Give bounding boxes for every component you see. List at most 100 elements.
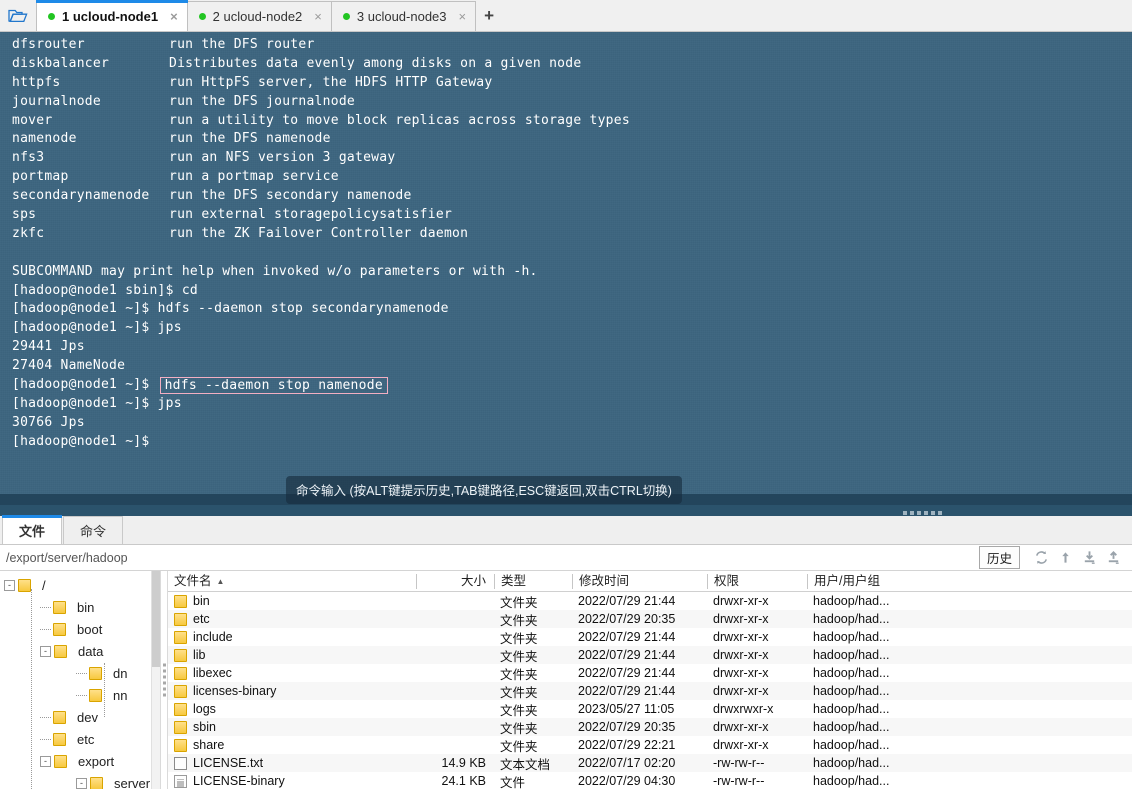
file-name: share <box>193 738 225 752</box>
tree-node-export[interactable]: - export <box>0 750 160 772</box>
folder-icon <box>53 710 66 724</box>
table-row[interactable]: sbin 文件夹 2022/07/29 20:35 drwxr-xr-x hadoop/… <box>168 718 1132 736</box>
path-input[interactable]: /export/server/hadoop <box>6 551 979 565</box>
table-row[interactable]: include 文件夹 2022/07/29 21:44 drwxr-xr-x hado… <box>168 628 1132 646</box>
folder-icon <box>174 684 187 698</box>
file-size <box>416 610 494 628</box>
shell-prompt: [hadoop@node1 ~]$ <box>12 433 158 449</box>
table-row[interactable]: logs 文件夹 2023/05/27 11:05 drwxrwxr-x hadoop/… <box>168 700 1132 718</box>
file-name-cell: logs <box>168 700 416 718</box>
new-tab-button[interactable]: + <box>475 1 503 31</box>
terminal-tab-2[interactable]: 2 ucloud-node2 × <box>186 1 332 31</box>
terminal-note-line: SUBCOMMAND may print help when invoked w… <box>12 263 1132 282</box>
tree-node-dn[interactable]: dn <box>0 662 160 684</box>
column-header-owner[interactable]: 用户/用户组 <box>807 573 947 589</box>
splitter-grip <box>163 663 166 697</box>
history-button[interactable]: 历史 <box>978 546 1020 569</box>
directory-tree[interactable]: - / bin boot - data dn nn dev etc - export - server <box>0 571 160 789</box>
terminal-tab-1[interactable]: 1 ucloud-node1 × <box>36 0 188 31</box>
subcommand-desc: run a utility to move block replicas acr… <box>169 112 630 128</box>
table-row[interactable]: etc 文件夹 2022/07/29 20:35 drwxr-xr-x hadoop/h… <box>168 610 1132 628</box>
table-row[interactable]: share 文件夹 2022/07/29 22:21 drwxr-xr-x hadoop… <box>168 736 1132 754</box>
tree-guide-line <box>31 589 32 789</box>
subcommand-name: zkfc <box>12 225 45 241</box>
file-mtime: 2022/07/29 21:44 <box>578 648 676 662</box>
tree-expander[interactable]: - <box>4 579 15 591</box>
terminal-output-area[interactable]: dfsrouter run the DFS router diskbalancer D… <box>0 32 1132 516</box>
file-owner: hadoop/had... <box>813 684 890 698</box>
file-owner: hadoop/had... <box>813 756 890 770</box>
terminal-help-row: zkfc run the ZK Failover Controller daemo… <box>12 225 1132 244</box>
table-row[interactable]: lib 文件夹 2022/07/29 21:44 drwxr-xr-x hadoop/h… <box>168 646 1132 664</box>
file-name-cell: share <box>168 736 416 754</box>
file-owner: hadoop/had... <box>813 774 890 788</box>
terminal-resize-grip[interactable] <box>903 511 942 515</box>
tree-expander[interactable]: - <box>40 755 51 767</box>
terminal-tab-3[interactable]: 3 ucloud-node3 × <box>330 1 477 31</box>
panel-splitter[interactable] <box>160 571 168 789</box>
tree-node-dev[interactable]: dev <box>0 706 160 728</box>
file-permissions: -rw-rw-r-- <box>713 774 765 788</box>
terminal-session-line: [hadoop@node1 ~]$ jps <box>12 395 1132 414</box>
folder-icon <box>174 738 187 752</box>
file-size <box>416 718 494 736</box>
tree-expander[interactable]: - <box>76 777 87 789</box>
column-header-size[interactable]: 大小 <box>416 573 494 589</box>
tree-node-boot[interactable]: boot <box>0 618 160 640</box>
tree-node-etc[interactable]: etc <box>0 728 160 750</box>
file-owner: hadoop/had... <box>813 702 890 716</box>
column-header-perm[interactable]: 权限 <box>707 573 807 589</box>
tree-node-server[interactable]: - server <box>0 772 160 789</box>
file-owner: hadoop/had... <box>813 648 890 662</box>
terminal-session-line: [hadoop@node1 ~]$ jps <box>12 319 1132 338</box>
table-row[interactable]: licenses-binary 文件夹 2022/07/29 21:44 drwxr-… <box>168 682 1132 700</box>
tab-close-icon[interactable]: × <box>168 9 180 24</box>
tree-scrollbar-thumb[interactable] <box>152 571 160 667</box>
file-size <box>416 700 494 718</box>
file-size <box>416 736 494 754</box>
file-name-cell: licenses-binary <box>168 682 416 700</box>
subcommand-name: journalnode <box>12 93 101 109</box>
open-folder-button[interactable] <box>0 0 36 31</box>
subcommand-name: diskbalancer <box>12 55 110 71</box>
tree-node-label: export <box>78 753 115 769</box>
tab-close-icon[interactable]: × <box>457 9 469 24</box>
upload-button[interactable] <box>1102 547 1124 569</box>
tree-node-[interactable]: - / <box>0 574 160 596</box>
download-button[interactable] <box>1078 547 1100 569</box>
subcommand-name: httpfs <box>12 74 61 90</box>
folder-icon <box>174 612 187 626</box>
table-row[interactable]: LICENSE.txt 14.9 KB 文本文档 2022/07/17 02:20 -r… <box>168 754 1132 772</box>
tab-files[interactable]: 文件 <box>2 515 62 544</box>
file-permissions: drwxr-xr-x <box>713 684 769 698</box>
shell-prompt: [hadoop@node1 ~]$ <box>12 301 158 317</box>
column-header-type[interactable]: 类型 <box>494 573 572 589</box>
file-owner: hadoop/had... <box>813 720 890 734</box>
subcommand-desc: run a portmap service <box>169 169 339 185</box>
table-row[interactable]: bin 文件夹 2022/07/29 21:44 drwxr-xr-x hadoop/h… <box>168 592 1132 610</box>
file-name-cell: lib <box>168 646 416 664</box>
tree-node-data[interactable]: - data <box>0 640 160 662</box>
file-owner: hadoop/had... <box>813 666 890 680</box>
tab-commands[interactable]: 命令 <box>63 516 123 544</box>
tree-scrollbar[interactable] <box>151 571 160 789</box>
terminal-help-row: nfs3 run an NFS version 3 gateway <box>12 149 1132 168</box>
column-header-mtime[interactable]: 修改时间 <box>572 573 707 589</box>
table-row[interactable]: LICENSE-binary 24.1 KB 文件 2022/07/29 04:30 -… <box>168 772 1132 789</box>
tree-node-nn[interactable]: nn <box>0 684 160 706</box>
tree-expander[interactable]: - <box>40 645 51 657</box>
file-name: bin <box>193 594 210 608</box>
file-list[interactable]: 文件名 ▲ 大小 类型 修改时间 权限 用户/用户组 bin 文件夹 2022/07… <box>168 571 1132 789</box>
column-header-name[interactable]: 文件名 ▲ <box>168 574 416 589</box>
file-name-cell: etc <box>168 610 416 628</box>
tree-node-bin[interactable]: bin <box>0 596 160 618</box>
tab-close-icon[interactable]: × <box>312 9 324 24</box>
file-permissions: drwxr-xr-x <box>713 720 769 734</box>
file-name: libexec <box>193 666 232 680</box>
table-row[interactable]: libexec 文件夹 2022/07/29 21:44 drwxr-xr-x hado… <box>168 664 1132 682</box>
terminal-help-row: diskbalancer Distributes data evenly amon… <box>12 55 1132 74</box>
file-type: 文件夹 <box>500 721 538 736</box>
parent-directory-button[interactable] <box>1054 547 1076 569</box>
file-name-cell: include <box>168 628 416 646</box>
refresh-button[interactable] <box>1030 547 1052 569</box>
